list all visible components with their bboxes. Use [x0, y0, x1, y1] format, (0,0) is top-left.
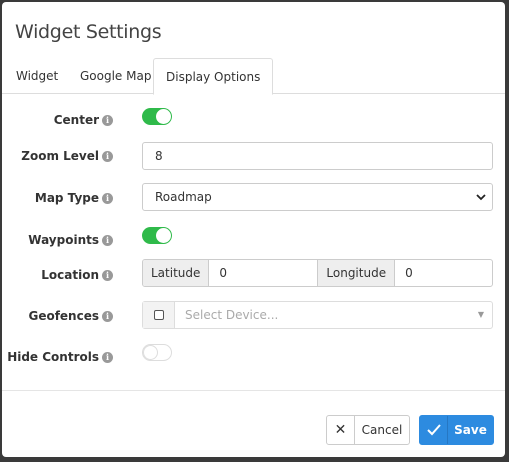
info-icon: i	[102, 351, 113, 363]
tab-google-map[interactable]: Google Map	[68, 58, 163, 94]
chevron-down-icon	[476, 194, 486, 201]
info-icon: i	[102, 269, 113, 281]
waypoints-toggle[interactable]	[142, 227, 172, 244]
location-input-group: Latitude 0 Longitude 0	[142, 259, 493, 287]
info-icon: i	[102, 192, 113, 204]
info-icon: i	[102, 150, 113, 162]
location-label: Location i	[41, 268, 113, 282]
geofences-checkbox-wrap	[143, 302, 175, 328]
waypoints-label: Waypoints i	[28, 233, 113, 247]
modal-title: Widget Settings	[15, 21, 162, 43]
zoom-level-label: Zoom Level i	[21, 149, 113, 163]
info-icon: i	[102, 114, 113, 126]
longitude-input[interactable]: 0	[395, 260, 492, 286]
center-label: Center i	[54, 113, 113, 127]
tab-widget[interactable]: Widget	[4, 58, 70, 94]
map-type-label: Map Type i	[35, 191, 113, 205]
widget-settings-modal: Widget Settings Widget Google Map Displa…	[2, 2, 505, 457]
geofences-select: Select Device... ▼	[142, 301, 493, 329]
map-type-select[interactable]: Roadmap	[142, 183, 493, 211]
chevron-down-icon[interactable]: ▼	[478, 302, 492, 328]
info-icon: i	[102, 310, 113, 322]
geofences-label: Geofences i	[28, 309, 113, 323]
check-icon	[420, 416, 448, 444]
geofences-checkbox[interactable]	[153, 310, 164, 320]
latitude-input[interactable]: 0	[209, 260, 317, 286]
cancel-button[interactable]: ✕ Cancel	[326, 415, 410, 445]
zoom-level-input[interactable]: 8	[142, 142, 493, 170]
longitude-addon: Longitude	[317, 260, 396, 286]
hide-controls-label: Hide Controls i	[7, 350, 113, 364]
tab-display-options[interactable]: Display Options	[153, 58, 274, 95]
center-toggle[interactable]	[142, 108, 172, 125]
toggle-knob	[156, 228, 171, 243]
tab-bar: Widget Google Map Display Options	[2, 58, 505, 95]
footer-divider	[2, 390, 505, 391]
info-icon: i	[102, 234, 113, 246]
latitude-addon: Latitude	[143, 260, 210, 286]
save-button[interactable]: Save	[419, 415, 494, 445]
hide-controls-toggle[interactable]	[142, 344, 172, 361]
select-device-input[interactable]: Select Device...	[175, 302, 478, 328]
close-icon: ✕	[327, 416, 355, 444]
toggle-knob	[156, 109, 171, 124]
toggle-knob	[143, 345, 158, 360]
